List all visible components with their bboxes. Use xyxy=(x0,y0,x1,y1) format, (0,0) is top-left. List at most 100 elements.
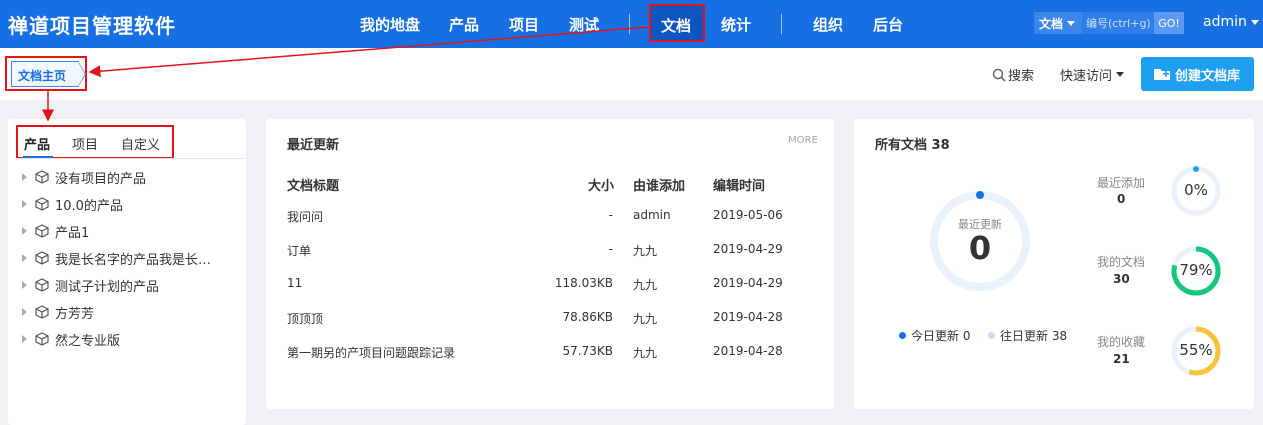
breadcrumb-item-doc-home[interactable]: 文档主页 xyxy=(11,61,79,87)
tree-item[interactable]: 我是长名字的产品我是长… xyxy=(22,248,211,268)
doc-size: - xyxy=(608,242,613,256)
top-navbar: 禅道项目管理软件 我的地盘 产品 项目 测试 文档 统计 组织 后台 文档 GO… xyxy=(0,0,1263,48)
tree-item[interactable]: 然之专业版 xyxy=(22,329,120,349)
tree-item[interactable]: 方芳芳 xyxy=(22,302,94,322)
go-button[interactable]: GO! xyxy=(1154,12,1184,34)
user-name: admin xyxy=(1203,14,1247,30)
tree-item[interactable]: 10.0的产品 xyxy=(22,194,123,214)
legend-today-label: 今日更新 0 xyxy=(911,329,971,343)
doc-added-by: 九九 xyxy=(633,346,658,360)
stat-percent-recent-added: 0% xyxy=(1184,181,1208,199)
doc-size: 78.86KB xyxy=(562,310,613,324)
tree-item-label: 我是长名字的产品我是长… xyxy=(55,252,212,268)
doc-title-link[interactable]: 第一期另的产项目问题跟踪记录 xyxy=(287,344,455,361)
doc-edited: 2019-04-29 xyxy=(713,276,783,290)
search-icon xyxy=(992,68,1006,82)
doc-added-by: admin xyxy=(633,208,671,222)
panel-title: 所有文档 38 xyxy=(875,138,950,153)
caret-right-icon[interactable] xyxy=(22,308,27,316)
nav-doc[interactable]: 文档 xyxy=(649,4,705,42)
search-type-label: 文档 xyxy=(1039,16,1064,31)
caret-right-icon[interactable] xyxy=(22,335,27,343)
stat-value-my-favorites: 21 xyxy=(1113,352,1130,366)
nav-project[interactable]: 项目 xyxy=(509,14,539,35)
chevron-down-icon xyxy=(1067,20,1076,26)
breadcrumb-arrow-fill xyxy=(78,62,85,86)
more-link[interactable]: MORE xyxy=(788,135,818,146)
quick-access-label: 快速访问 xyxy=(1060,69,1113,84)
legend-today: 今日更新 0 xyxy=(899,327,970,344)
nav-company[interactable]: 组织 xyxy=(813,14,843,35)
stat-percent-my-docs: 79% xyxy=(1179,261,1213,279)
recent-updates-panel: 最近更新 MORE 文档标题 大小 由谁添加 编辑时间 我问问 - admin … xyxy=(266,119,834,409)
tree-item[interactable]: 测试子计划的产品 xyxy=(22,275,159,295)
cube-icon xyxy=(35,332,49,346)
caret-right-icon[interactable] xyxy=(22,281,27,289)
nav-test[interactable]: 测试 xyxy=(569,14,599,35)
col-header-size: 大小 xyxy=(588,179,615,194)
lib-type-tabs: 产品 项目 自定义 xyxy=(16,125,174,159)
legend-dot xyxy=(988,332,995,339)
search-input[interactable] xyxy=(1082,12,1154,34)
col-header-added-by: 由谁添加 xyxy=(633,179,686,194)
search-link-label: 搜索 xyxy=(1008,69,1035,84)
tree-item[interactable]: 产品1 xyxy=(22,221,89,241)
chevron-down-icon xyxy=(1250,19,1259,25)
doc-edited: 2019-04-29 xyxy=(713,242,783,256)
doc-title-link[interactable]: 11 xyxy=(287,276,302,290)
nav-product[interactable]: 产品 xyxy=(449,14,479,35)
tree-item[interactable]: 没有项目的产品 xyxy=(22,167,146,187)
all-docs-panel: 所有文档 38 最近更新 0 今日更新 0 往日更新 38 最近添加 0 我的文… xyxy=(854,119,1254,409)
search-type-dropdown[interactable]: 文档 xyxy=(1034,12,1082,34)
nav-admin[interactable]: 后台 xyxy=(873,14,903,35)
col-header-title: 文档标题 xyxy=(287,179,340,194)
doc-size: 57.73KB xyxy=(562,344,613,358)
caret-right-icon[interactable] xyxy=(22,173,27,181)
create-doc-lib-button[interactable]: 创建文档库 xyxy=(1141,57,1254,91)
tree-item-label: 测试子计划的产品 xyxy=(55,279,160,295)
tab-product[interactable]: 产品 xyxy=(24,134,50,153)
global-search: 文档 GO! xyxy=(1034,12,1184,34)
cube-icon xyxy=(35,251,49,265)
stat-label-my-docs: 我的文档 xyxy=(1097,255,1146,269)
tab-project[interactable]: 项目 xyxy=(72,134,98,153)
doc-title-link[interactable]: 我问问 xyxy=(287,208,323,225)
chevron-down-icon xyxy=(1116,72,1125,77)
caret-right-icon[interactable] xyxy=(22,254,27,262)
ring-progress-dot xyxy=(976,191,984,199)
legend-past-label: 往日更新 38 xyxy=(1000,329,1068,343)
folder-plus-icon xyxy=(1154,69,1170,80)
nav-doc-label: 文档 xyxy=(661,17,692,35)
doc-title-link[interactable]: 订单 xyxy=(287,242,311,259)
stat-value-my-docs: 30 xyxy=(1113,272,1130,286)
doc-edited: 2019-04-28 xyxy=(713,310,783,324)
tree-item-label: 方芳芳 xyxy=(55,306,95,322)
quick-access-dropdown[interactable]: 快速访问 xyxy=(1060,65,1125,84)
doc-lib-sidebar: 产品 项目 自定义 没有项目的产品 10.0的产品 产品1 我是长名字的产品我是… xyxy=(8,119,246,425)
tabs-divider xyxy=(16,158,244,159)
breadcrumb-label: 文档主页 xyxy=(18,69,67,83)
caret-right-icon[interactable] xyxy=(22,200,27,208)
panel-title: 最近更新 xyxy=(287,138,340,153)
legend-dot xyxy=(899,332,906,339)
app-logo[interactable]: 禅道项目管理软件 xyxy=(8,10,176,39)
nav-my[interactable]: 我的地盘 xyxy=(360,14,420,35)
user-menu[interactable]: admin xyxy=(1203,14,1259,30)
doc-added-by: 九九 xyxy=(633,312,658,326)
nav-report[interactable]: 统计 xyxy=(721,14,751,35)
create-button-label: 创建文档库 xyxy=(1175,68,1241,84)
stat-value-recent-added: 0 xyxy=(1117,192,1126,206)
doc-added-by: 九九 xyxy=(633,244,658,258)
nav-divider xyxy=(781,14,782,34)
search-link[interactable]: 搜索 xyxy=(992,65,1034,84)
breadcrumb: 文档主页 xyxy=(5,56,87,91)
tab-custom[interactable]: 自定义 xyxy=(121,134,160,153)
doc-added-by: 九九 xyxy=(633,278,658,292)
caret-right-icon[interactable] xyxy=(22,227,27,235)
stat-label-my-favorites: 我的收藏 xyxy=(1097,335,1146,349)
doc-title-link[interactable]: 顶顶顶 xyxy=(287,310,323,327)
doc-size: - xyxy=(608,208,613,222)
cube-icon xyxy=(35,170,49,184)
ring-value: 0 xyxy=(968,229,992,267)
tree-item-label: 没有项目的产品 xyxy=(55,171,147,187)
